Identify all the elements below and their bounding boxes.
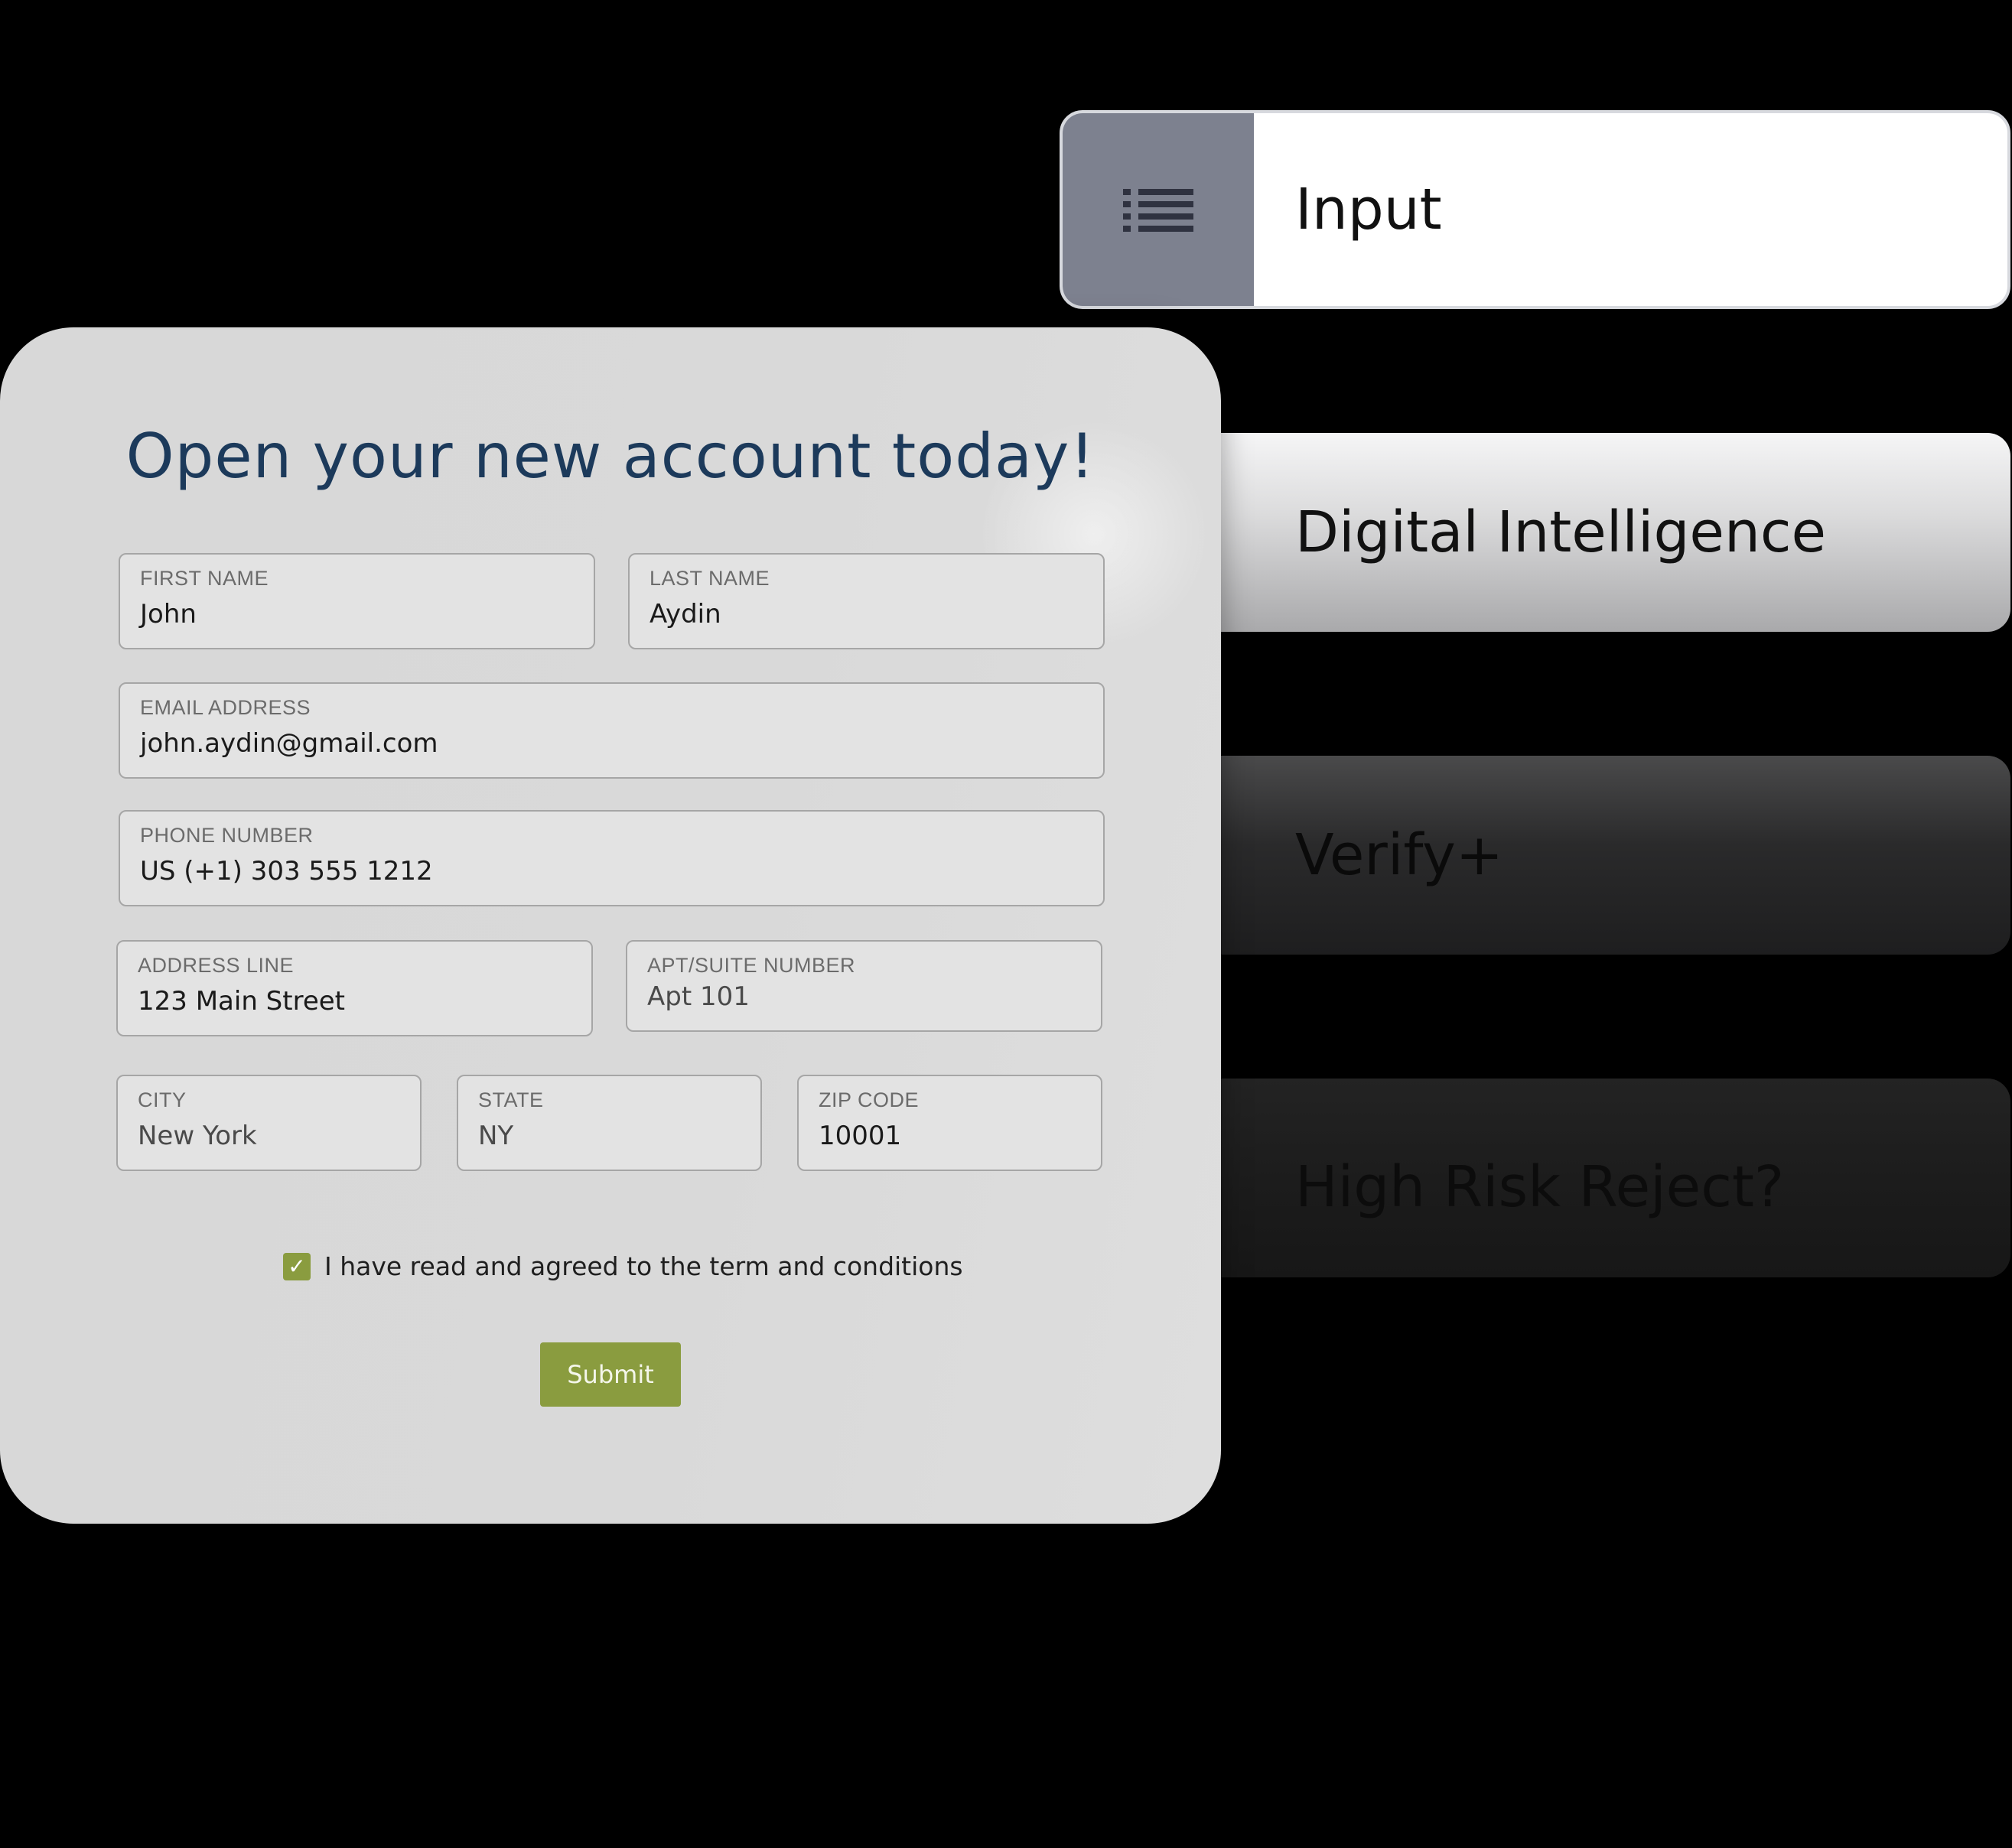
terms-row: ✓ I have read and agreed to the term and… <box>283 1251 963 1281</box>
page-title: Open your new account today! <box>125 421 1096 492</box>
email-field[interactable]: EMAIL ADDRESS john.aydin@gmail.com <box>119 682 1105 779</box>
terms-label[interactable]: I have read and agreed to the term and c… <box>324 1251 963 1281</box>
zip-code-label: ZIP CODE <box>819 1088 920 1111</box>
phone-value: US (+1) 303 555 1212 <box>140 856 433 887</box>
first-name-label: FIRST NAME <box>140 567 269 590</box>
step-label-digital-intelligence: Digital Intelligence <box>1295 499 1827 565</box>
first-name-field[interactable]: FIRST NAME John <box>119 553 595 649</box>
state-label: STATE <box>478 1088 544 1111</box>
state-value: NY <box>478 1121 514 1151</box>
apt-suite-field[interactable]: APT/SUITE NUMBER Apt 101 <box>626 940 1102 1032</box>
apt-suite-label: APT/SUITE NUMBER <box>647 954 856 977</box>
address-line-value: 123 Main Street <box>138 986 345 1017</box>
address-line-field[interactable]: ADDRESS LINE 123 Main Street <box>116 940 593 1036</box>
terms-checkbox[interactable]: ✓ <box>283 1252 311 1280</box>
first-name-value: John <box>140 599 197 630</box>
step-label-verify-plus: Verify+ <box>1295 822 1503 888</box>
phone-field[interactable]: PHONE NUMBER US (+1) 303 555 1212 <box>119 810 1105 906</box>
last-name-field[interactable]: LAST NAME Aydin <box>628 553 1105 649</box>
state-field[interactable]: STATE NY <box>457 1075 762 1171</box>
email-value: john.aydin@gmail.com <box>140 728 438 759</box>
city-label: CITY <box>138 1088 187 1111</box>
step-label-high-risk-reject: High Risk Reject? <box>1295 1154 1785 1220</box>
step-label-input: Input <box>1295 177 1442 242</box>
phone-label: PHONE NUMBER <box>140 824 314 847</box>
apt-suite-value: Apt 101 <box>647 981 750 1012</box>
checkmark-icon: ✓ <box>288 1254 306 1279</box>
city-value: New York <box>138 1121 257 1151</box>
address-line-label: ADDRESS LINE <box>138 954 295 977</box>
zip-code-value: 10001 <box>819 1121 902 1151</box>
list-icon <box>1123 189 1193 232</box>
submit-button[interactable]: Submit <box>540 1342 681 1407</box>
last-name-value: Aydin <box>650 599 721 630</box>
step-input-card[interactable]: Input <box>1060 110 2010 309</box>
account-form-card: Open your new account today! FIRST NAME … <box>0 327 1221 1524</box>
icon-panel <box>1063 113 1254 306</box>
zip-code-field[interactable]: ZIP CODE 10001 <box>797 1075 1102 1171</box>
last-name-label: LAST NAME <box>650 567 770 590</box>
city-field[interactable]: CITY New York <box>116 1075 422 1171</box>
email-label: EMAIL ADDRESS <box>140 696 311 719</box>
